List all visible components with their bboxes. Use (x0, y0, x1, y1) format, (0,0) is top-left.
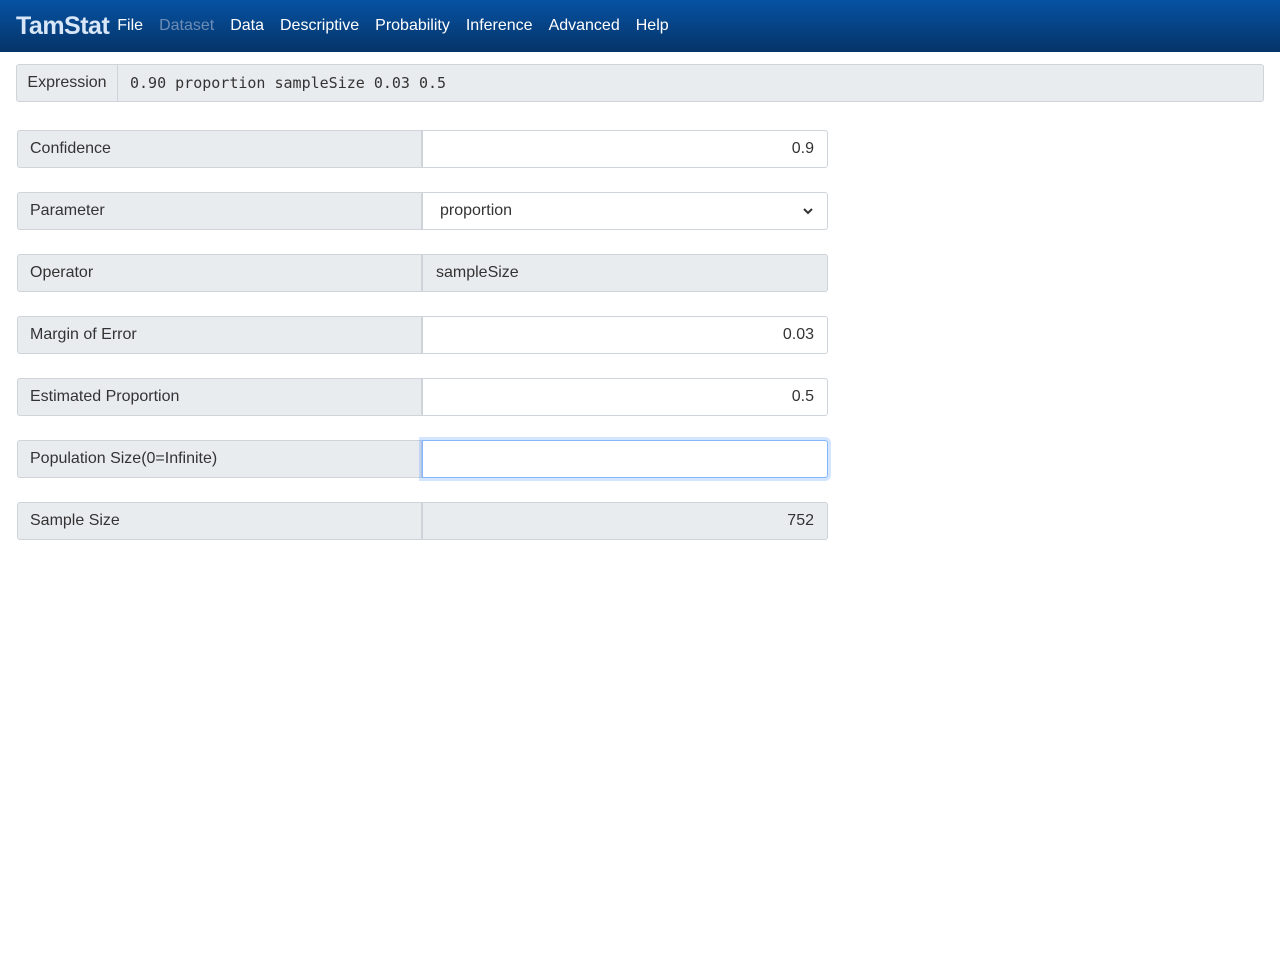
menu-file[interactable]: File (117, 17, 143, 35)
margin-label: Margin of Error (17, 316, 422, 354)
estimated-row: Estimated Proportion (17, 378, 828, 416)
parameter-selected: proportion (440, 202, 513, 219)
menu-probability[interactable]: Probability (375, 17, 450, 35)
parameter-select[interactable]: proportion (422, 192, 828, 230)
margin-row: Margin of Error (17, 316, 828, 354)
menu-descriptive[interactable]: Descriptive (280, 17, 359, 35)
sample-label: Sample Size (17, 502, 422, 540)
menu-data[interactable]: Data (230, 17, 264, 35)
estimated-label: Estimated Proportion (17, 378, 422, 416)
expression-label: Expression (17, 65, 118, 101)
menu-advanced[interactable]: Advanced (549, 17, 620, 35)
menu-dataset: Dataset (159, 17, 215, 34)
parameter-row: Parameter proportion (17, 192, 828, 230)
operator-row: Operator sampleSize (17, 254, 828, 292)
operator-value: sampleSize (422, 254, 828, 292)
menu-help[interactable]: Help (636, 17, 669, 35)
operator-label: Operator (17, 254, 422, 292)
confidence-row: Confidence (17, 130, 828, 168)
parameter-label: Parameter (17, 192, 422, 230)
expression-bar: Expression 0.90 proportion sampleSize 0.… (16, 64, 1264, 102)
population-row: Population Size(0=Infinite) (17, 440, 828, 478)
expression-value: 0.90 proportion sampleSize 0.03 0.5 (130, 74, 447, 92)
navbar: TamStat File Dataset Data Descriptive Pr… (0, 0, 1280, 52)
sample-row: Sample Size 752 (17, 502, 828, 540)
confidence-input[interactable] (422, 130, 828, 168)
confidence-label: Confidence (17, 130, 422, 168)
chevron-down-icon (803, 208, 813, 215)
population-input[interactable] (422, 440, 828, 478)
menu-inference[interactable]: Inference (466, 17, 533, 35)
sample-value: 752 (422, 502, 828, 540)
population-label: Population Size(0=Infinite) (17, 440, 422, 478)
brand-logo[interactable]: TamStat (16, 12, 110, 41)
margin-input[interactable] (422, 316, 828, 354)
estimated-input[interactable] (422, 378, 828, 416)
